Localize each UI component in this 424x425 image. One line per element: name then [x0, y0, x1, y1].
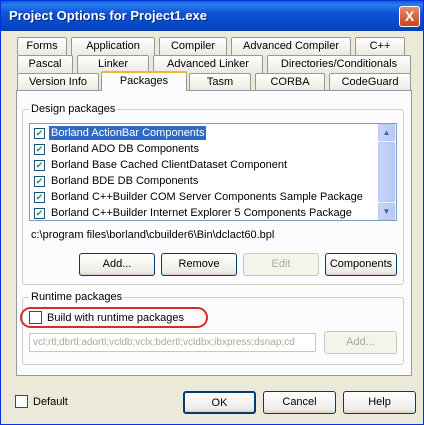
list-item[interactable]: ✔ Borland C++Builder Internet Explorer 5…: [32, 205, 378, 220]
window-title: Project Options for Project1.exe: [9, 8, 207, 23]
list-item[interactable]: ✔ Borland ActionBar Components: [32, 125, 378, 141]
edit-button[interactable]: Edit: [243, 253, 319, 276]
close-button[interactable]: X: [399, 6, 420, 27]
scroll-up-icon[interactable]: ▲: [378, 124, 395, 141]
default-checkbox[interactable]: Default: [15, 395, 68, 408]
list-item[interactable]: ✔ Borland Base Cached ClientDataset Comp…: [32, 157, 378, 173]
list-item[interactable]: ✔ Borland BDE DB Components: [32, 173, 378, 189]
checkbox-checked-icon[interactable]: ✔: [34, 127, 45, 139]
project-options-dialog: Project Options for Project1.exe X Forms…: [0, 0, 424, 425]
scroll-thumb[interactable]: [378, 142, 395, 202]
design-packages-label: Design packages: [29, 103, 118, 115]
tab-tasm[interactable]: Tasm: [189, 73, 251, 91]
add-runtime-package-button[interactable]: Add...: [324, 331, 397, 354]
tab-corba[interactable]: CORBA: [255, 73, 325, 91]
runtime-packages-input[interactable]: vcl;rtl;dbrtl;adortl;vcldb;vclx;bdertl;v…: [29, 333, 316, 352]
list-item[interactable]: ✔ Borland C++Builder COM Server Componen…: [32, 189, 378, 205]
help-button[interactable]: Help: [343, 391, 416, 414]
checkbox-unchecked-icon[interactable]: [15, 395, 28, 408]
tab-compiler[interactable]: Compiler: [159, 37, 227, 55]
tab-application[interactable]: Application: [71, 37, 155, 55]
tab-directories-conditionals[interactable]: Directories/Conditionals: [267, 55, 411, 73]
tab-packages[interactable]: Packages: [101, 71, 187, 91]
ok-button[interactable]: OK: [183, 391, 256, 414]
tab-cpp[interactable]: C++: [355, 37, 405, 55]
list-item[interactable]: ✔ Borland ADO DB Components: [32, 141, 378, 157]
checkbox-checked-icon[interactable]: ✔: [34, 191, 45, 203]
tab-version-info[interactable]: Version Info: [17, 73, 99, 91]
tab-codeguard[interactable]: CodeGuard: [329, 73, 411, 91]
package-path: c:\program files\borland\cbuilder6\Bin\d…: [31, 229, 275, 241]
add-design-package-button[interactable]: Add...: [79, 253, 155, 276]
checkbox-checked-icon[interactable]: ✔: [34, 159, 45, 171]
checkbox-checked-icon[interactable]: ✔: [34, 175, 45, 187]
annotation-highlight: [20, 307, 208, 328]
design-packages-list[interactable]: ✔ Borland ActionBar Components ✔ Borland…: [29, 123, 397, 221]
cancel-button[interactable]: Cancel: [263, 391, 336, 414]
checkbox-checked-icon[interactable]: ✔: [34, 143, 45, 155]
checkbox-checked-icon[interactable]: ✔: [34, 207, 45, 219]
tab-forms[interactable]: Forms: [17, 37, 67, 55]
tab-pascal[interactable]: Pascal: [17, 55, 73, 73]
components-button[interactable]: Components: [325, 253, 397, 276]
list-scrollbar[interactable]: ▲ ▼: [378, 124, 396, 220]
tab-advanced-compiler[interactable]: Advanced Compiler: [231, 37, 351, 55]
runtime-packages-label: Runtime packages: [29, 291, 125, 303]
title-bar[interactable]: Project Options for Project1.exe X: [1, 1, 423, 31]
scroll-down-icon[interactable]: ▼: [378, 203, 395, 220]
remove-button[interactable]: Remove: [161, 253, 237, 276]
